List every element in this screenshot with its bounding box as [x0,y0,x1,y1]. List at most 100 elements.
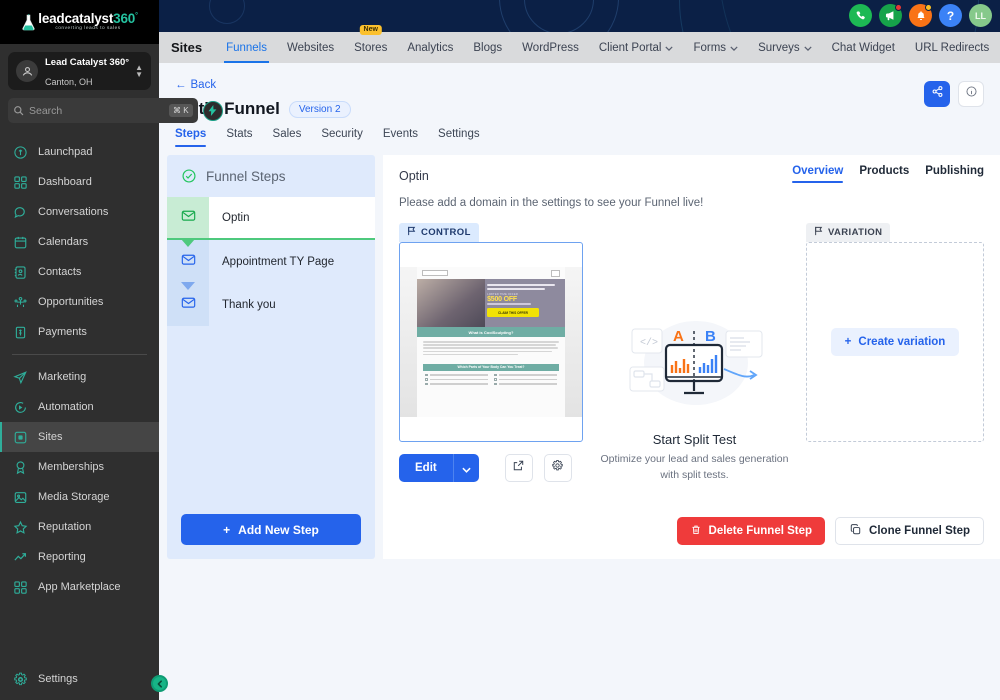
subnav-item-analytics[interactable]: Analytics [397,32,463,63]
search-row: ⌘ K [8,98,223,123]
add-new-step-button[interactable]: + Add New Step [181,514,361,545]
subnav-item-chat-widget[interactable]: Chat Widget [822,32,905,63]
sidebar-collapse-button[interactable] [151,675,168,692]
tab-products[interactable]: Products [859,165,909,183]
sidebar-item-calendars[interactable]: Calendars [0,227,159,257]
account-name: Lead Catalyst 360° [45,57,130,68]
phone-icon[interactable] [849,4,872,27]
control-preview-card[interactable]: LIMITED TIME OFFER $500 OFF CLAIM THIS O… [399,242,583,442]
split-test-illustration: </> A B [620,311,770,426]
send-icon [12,369,28,385]
external-link-icon [512,459,525,477]
megaphone-icon[interactable] [879,4,902,27]
subnav-item-client-portal[interactable]: Client Portal [589,32,684,63]
back-link[interactable]: ← Back [175,79,216,91]
sidebar-item-media-storage[interactable]: Media Storage [0,482,159,512]
sidebar-item-conversations[interactable]: Conversations [0,197,159,227]
delete-funnel-step-button[interactable]: Delete Funnel Step [676,517,826,545]
bell-icon[interactable] [909,4,932,27]
tab-security[interactable]: Security [311,128,373,147]
funnel-step-thank-you[interactable]: Thank you [167,282,375,326]
tab-sales[interactable]: Sales [263,128,312,147]
sidebar-item-contacts[interactable]: Contacts [0,257,159,287]
account-switcher[interactable]: Lead Catalyst 360° Canton, OH ▲ ▼ [8,52,151,90]
sidebar-item-memberships[interactable]: Memberships [0,452,159,482]
search-icon [13,105,24,116]
step-rail [167,197,209,238]
split-test-promo: </> A B Start Split Test Optimize your l… [583,223,806,559]
tab-overview[interactable]: Overview [792,165,844,183]
tab-label: Steps [175,128,207,140]
plus-icon: + [844,336,852,348]
help-icon[interactable]: ? [939,4,962,27]
sidebar-item-payments[interactable]: Payments [0,317,159,347]
sidebar-item-label: Conversations [38,206,109,218]
create-variation-button[interactable]: + Create variation [830,328,960,356]
funnel-step-optin[interactable]: Optin [167,197,375,240]
subnav-item-label: Websites [287,41,335,54]
sidebar-item-reporting[interactable]: Reporting [0,542,159,572]
subnav-item-forms[interactable]: Forms [683,32,748,63]
sidebar-item-automation[interactable]: Automation [0,392,159,422]
funnel-body: Funnel Steps Optin Appointment TY Page T… [159,155,1000,559]
arrow-left-icon: ← [175,79,187,91]
funnel-step-appointment-ty-page[interactable]: Appointment TY Page [167,239,375,283]
tab-steps[interactable]: Steps [175,128,216,147]
subnav-item-wordpress[interactable]: WordPress [512,32,589,63]
subnav-item-url-redirects[interactable]: URL Redirects [905,32,999,63]
brand-tagline: converting leads to sales [55,25,121,31]
sidebar-item-dashboard[interactable]: Dashboard [0,167,159,197]
quick-action-bolt-icon[interactable] [202,100,223,121]
sidebar-item-label: Calendars [38,236,89,248]
gear-icon [12,671,28,687]
subnav-item-label: Stores [354,41,388,54]
tab-publishing[interactable]: Publishing [925,165,984,183]
star-icon [12,519,28,535]
search-input[interactable] [29,104,164,117]
step-footer-actions: Delete Funnel Step Clone Funnel Step [676,517,984,545]
info-button[interactable] [958,81,984,107]
badge-icon [12,459,28,475]
variation-placeholder-card: + Create variation [806,242,984,442]
tab-settings[interactable]: Settings [428,128,490,147]
subnav-item-surveys[interactable]: Surveys [748,32,822,63]
flag-icon [407,226,416,239]
preview-button[interactable] [504,454,533,482]
sidebar-item-app-marketplace[interactable]: App Marketplace [0,572,159,602]
subnav-item-blogs[interactable]: Blogs [463,32,512,63]
funnel-steps-panel: Funnel Steps Optin Appointment TY Page T… [167,155,375,559]
sidebar-item-reputation[interactable]: Reputation [0,512,159,542]
clone-funnel-step-button[interactable]: Clone Funnel Step [835,517,984,545]
tab-stats[interactable]: Stats [216,128,262,147]
image-icon [12,489,28,505]
flag-icon [814,226,823,239]
edit-dropdown-button[interactable] [452,454,479,482]
sidebar-item-opportunities[interactable]: Opportunities [0,287,159,317]
tab-events[interactable]: Events [373,128,428,147]
preview-logo [422,270,448,276]
subnav-section-title: Sites [171,40,203,55]
sidebar-item-sites[interactable]: Sites [0,422,159,452]
delete-label: Delete Funnel Step [708,525,813,537]
subnav-item-websites[interactable]: Websites [277,32,344,63]
sidebar-item-label: Dashboard [38,176,92,188]
control-flag-label: CONTROL [421,227,471,238]
edit-button[interactable]: Edit [399,454,453,482]
domain-notice: Please add a domain in the settings to s… [399,197,704,209]
notification-dot [895,4,902,11]
sidebar-item-marketing[interactable]: Marketing [0,362,159,392]
plus-icon: + [223,522,231,537]
opportunities-icon [12,294,28,310]
sidebar-item-launchpad[interactable]: Launchpad [0,137,159,167]
notification-dot [925,4,932,11]
preview-menu-icon [551,269,560,277]
search-box[interactable]: ⌘ K [8,98,198,123]
subnav-item-stores[interactable]: New Stores [344,25,397,63]
share-button[interactable] [924,81,950,107]
subnav-item-funnels[interactable]: Funnels [216,32,277,63]
user-avatar[interactable]: LL [969,4,992,27]
step-settings-button[interactable] [543,454,572,482]
chevron-updown-icon: ▲ ▼ [135,63,143,79]
preview-band-label: What is CoolSculpting? [468,329,514,335]
sidebar-item-settings[interactable]: Settings [0,664,159,694]
